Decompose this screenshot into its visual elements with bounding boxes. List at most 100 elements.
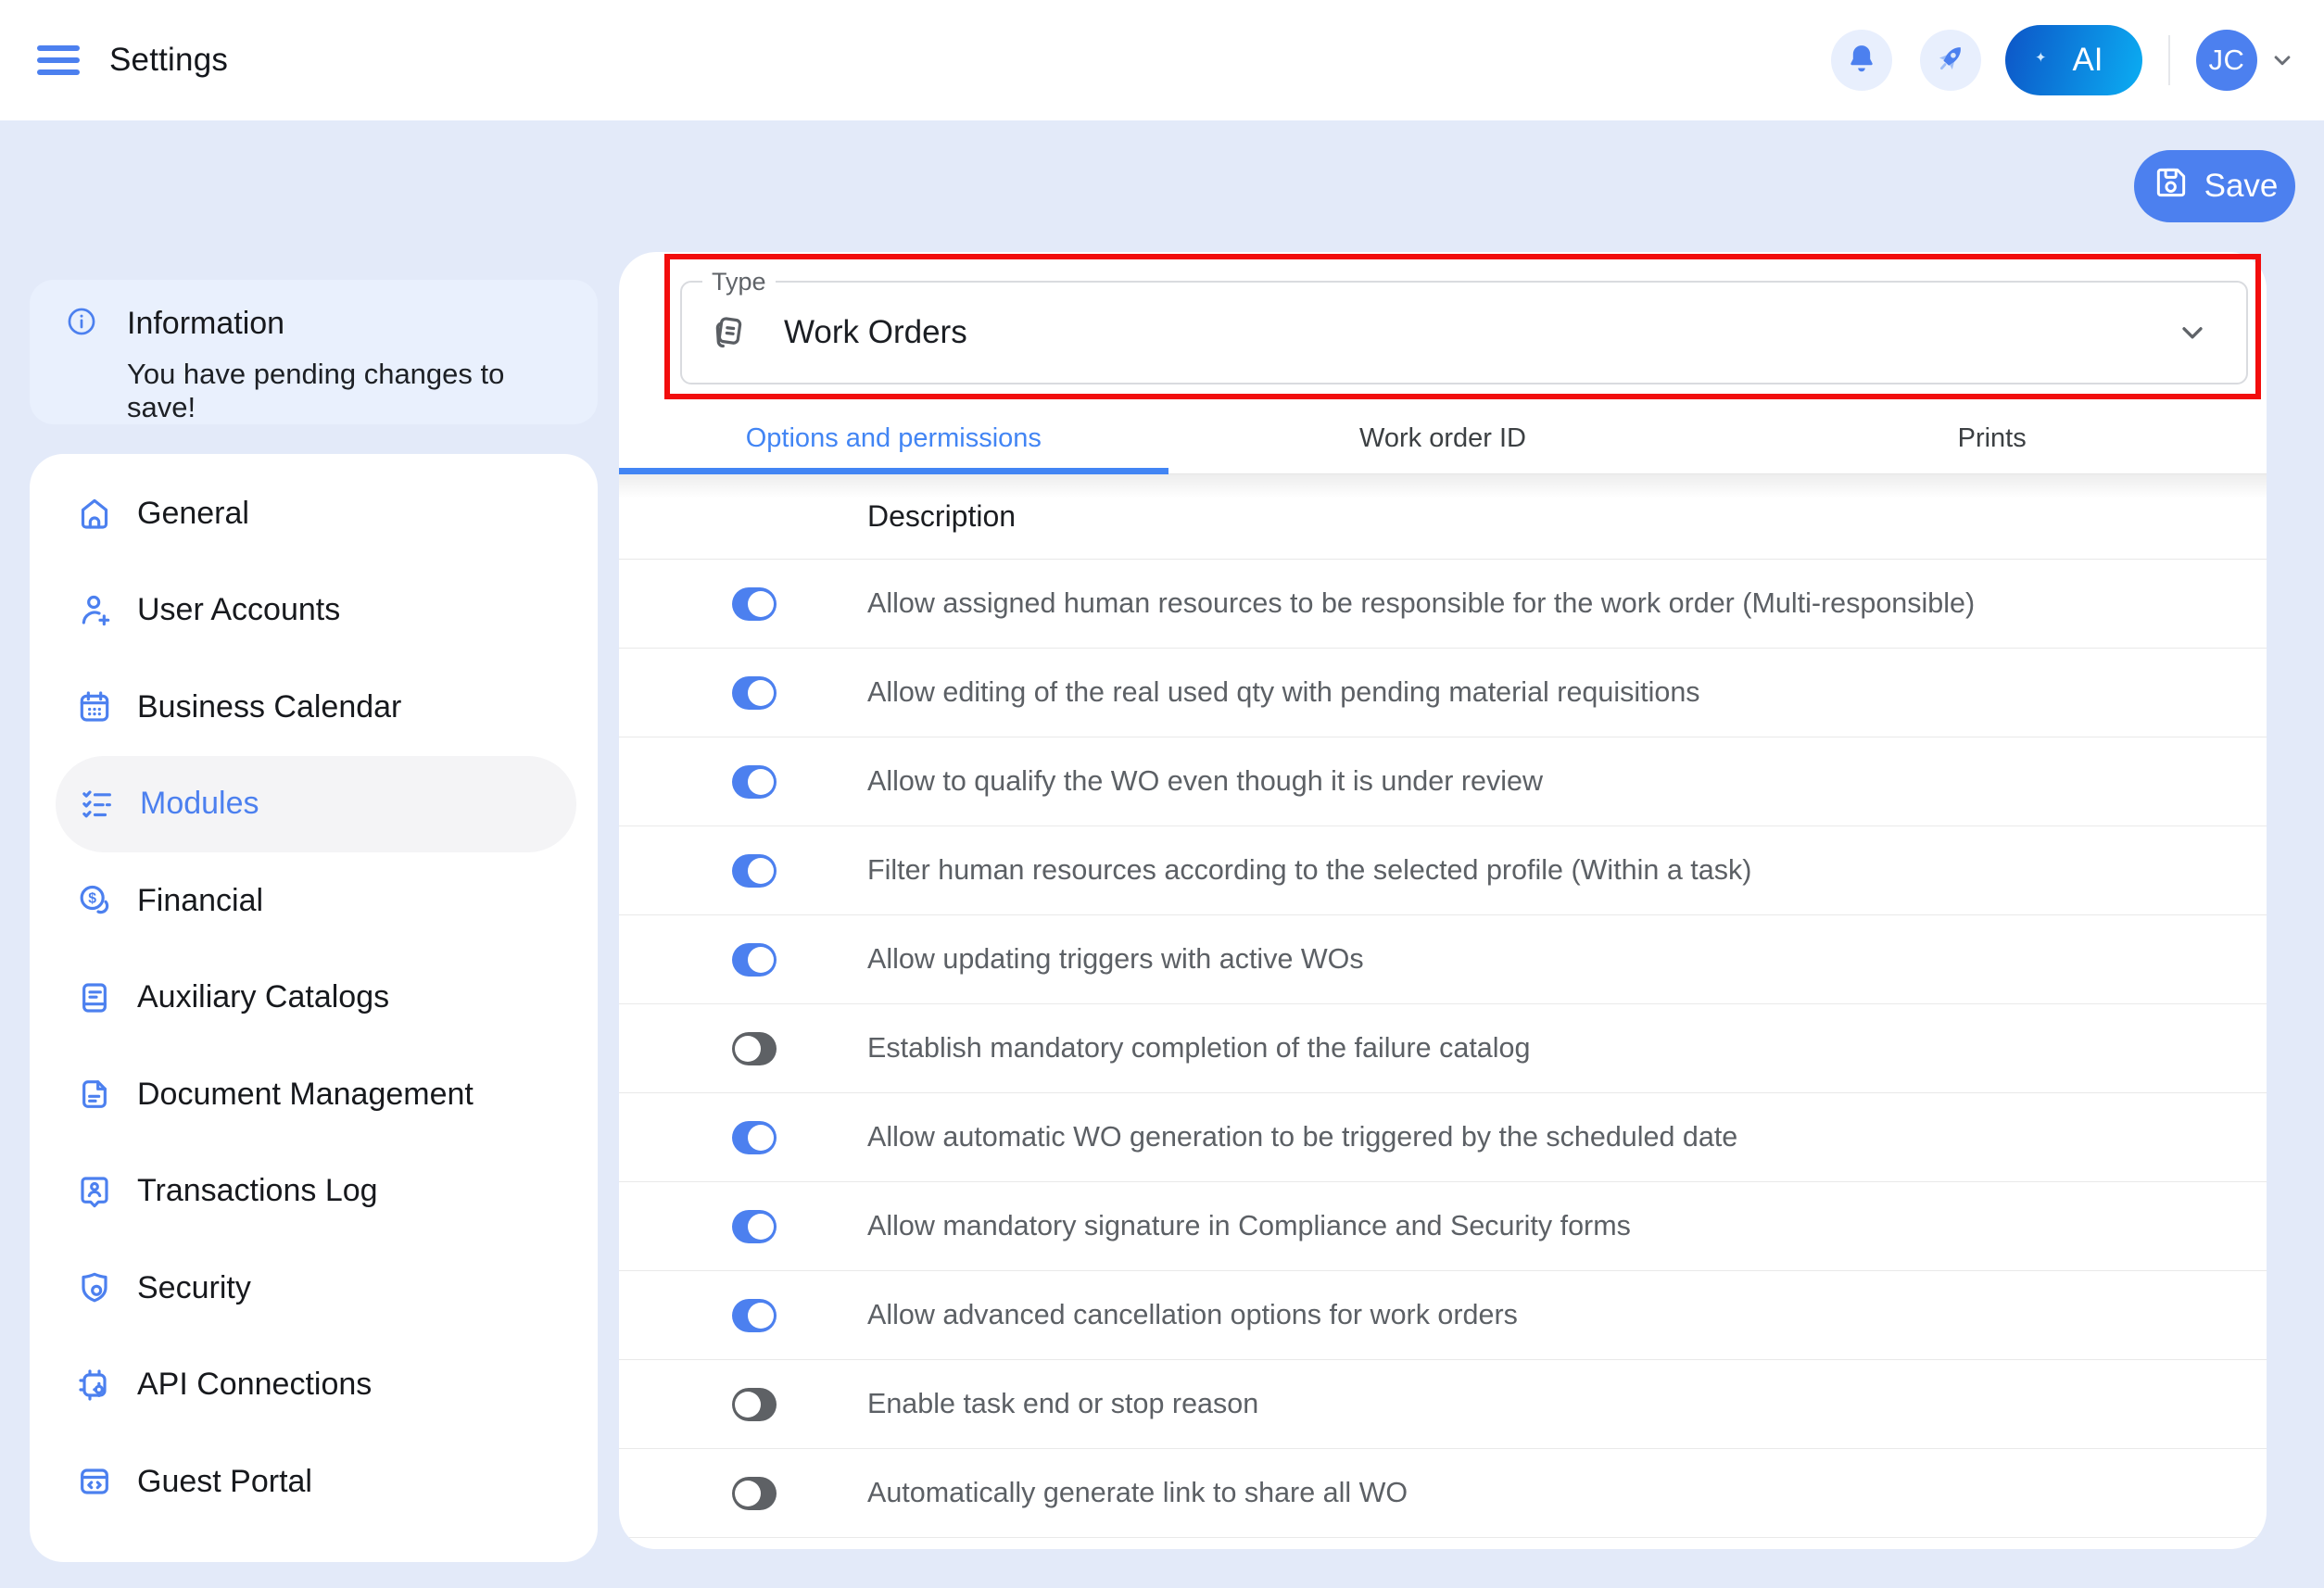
sidebar-item-general[interactable]: General [30,465,598,562]
sidebar-item-label: Financial [137,883,263,919]
sidebar-item-label: User Accounts [137,592,340,628]
sidebar-item-transactions-log[interactable]: Transactions Log [30,1143,598,1241]
book-icon [76,979,113,1016]
checklist-icon [79,786,116,823]
option-row: Allow automatic WO generation to be trig… [619,1093,2267,1182]
option-label: Allow to qualify the WO even though it i… [867,765,1543,798]
option-label: Allow editing of the real used qty with … [867,676,1700,709]
sidebar-item-business-calendar[interactable]: Business Calendar [30,659,598,756]
whats-new-button[interactable] [1920,30,1981,91]
info-icon [65,305,98,343]
options-list: Allow assigned human resources to be res… [619,560,2267,1538]
sidebar-item-label: Auxiliary Catalogs [137,979,389,1015]
calendar-icon [76,688,113,725]
ai-button-label: AI [2072,42,2103,79]
chevron-down-icon [2176,316,2209,349]
option-row: Allow assigned human resources to be res… [619,560,2267,649]
toggle-switch[interactable] [732,1477,777,1510]
save-label: Save [2204,168,2279,205]
sidebar-item-label: Modules [140,786,259,822]
sparkle-icon: ✦ [2035,49,2047,66]
option-label: Filter human resources according to the … [867,854,1751,887]
tab-prints[interactable]: Prints [1717,403,2267,473]
option-label: Automatically generate link to share all… [867,1477,1408,1509]
description-column-header: Description [619,474,2267,560]
option-row: Allow editing of the real used qty with … [619,649,2267,737]
info-message: You have pending changes to save! [127,358,579,424]
topbar-right: ✦ AI JC [1831,25,2296,95]
badge-user-icon [76,1173,113,1210]
page-title: Settings [109,42,228,79]
option-row: Establish mandatory completion of the fa… [619,1004,2267,1093]
chip-gear-icon [76,1367,113,1404]
info-title: Information [127,306,284,342]
user-add-icon [76,592,113,629]
toggle-switch[interactable] [732,1032,777,1065]
hamburger-menu-icon[interactable] [37,45,80,75]
topbar-left: Settings [37,42,228,79]
sidebar-item-label: General [137,496,249,532]
sidebar-item-guest-portal[interactable]: Guest Portal [30,1433,598,1531]
type-select-label: Type [702,268,776,296]
shield-icon [76,1269,113,1306]
rocket-icon [1932,40,1969,82]
top-bar: Settings [0,0,2324,120]
type-select-value: Work Orders [784,314,967,351]
option-label: Allow advanced cancellation options for … [867,1299,1518,1331]
save-button[interactable]: Save [2134,150,2295,222]
sidebar-item-partial[interactable] [30,1531,598,1563]
sidebar-item-api-connections[interactable]: API Connections [30,1337,598,1434]
toggle-switch[interactable] [732,1210,777,1243]
avatar[interactable]: JC [2196,30,2257,91]
topbar-divider [2168,35,2170,85]
toggle-switch[interactable] [732,1121,777,1154]
tab-options-and-permissions[interactable]: Options and permissions [619,403,1168,473]
option-label: Establish mandatory completion of the fa… [867,1032,1530,1065]
toggle-switch[interactable] [732,1388,777,1421]
sidebar-item-financial[interactable]: $ Financial [30,852,598,950]
module-settings-panel: Type Work Orders Options and permissions… [619,252,2267,1549]
document-icon [76,1076,113,1113]
sidebar-item-label: Security [137,1270,251,1306]
toggle-switch[interactable] [732,943,777,977]
sidebar-item-label: Guest Portal [137,1464,312,1500]
toggle-switch[interactable] [732,854,777,888]
option-row: Allow to qualify the WO even though it i… [619,737,2267,826]
type-select[interactable]: Type Work Orders [680,281,2248,384]
svg-text:$: $ [88,891,96,907]
sidebar-item-auxiliary-catalogs[interactable]: Auxiliary Catalogs [30,950,598,1047]
option-row: Filter human resources according to the … [619,826,2267,915]
option-label: Allow updating triggers with active WOs [867,943,1364,976]
option-row: Allow advanced cancellation options for … [619,1271,2267,1360]
avatar-chevron-icon[interactable] [2268,46,2296,74]
tab-work-order-id[interactable]: Work order ID [1168,403,1718,473]
option-label: Allow mandatory signature in Compliance … [867,1210,1631,1242]
sidebar-item-user-accounts[interactable]: User Accounts [30,562,598,660]
option-label: Allow assigned human resources to be res… [867,587,1975,620]
option-row: Automatically generate link to share all… [619,1449,2267,1538]
sidebar-item-label: Document Management [137,1077,474,1113]
sidebar-item-document-management[interactable]: Document Management [30,1046,598,1143]
option-row: Allow updating triggers with active WOs [619,915,2267,1004]
tab-bar: Options and permissions Work order ID Pr… [619,403,2267,474]
sidebar-item-modules[interactable]: Modules [56,756,576,853]
ai-assistant-button[interactable]: ✦ AI [2005,25,2142,95]
browser-code-icon [76,1463,113,1500]
sidebar-item-label: API Connections [137,1367,372,1403]
option-row: Allow mandatory signature in Compliance … [619,1182,2267,1271]
option-label: Enable task end or stop reason [867,1388,1258,1420]
toggle-switch[interactable] [732,765,777,799]
sidebar-item-label: Transactions Log [137,1173,378,1209]
toggle-switch[interactable] [732,676,777,710]
home-icon [76,495,113,532]
bell-icon [1844,41,1879,81]
notifications-button[interactable] [1831,30,1892,91]
sidebar-item-label: Business Calendar [137,689,401,725]
settings-sidebar: General User Accounts Business Calendar [30,454,598,1562]
circle-icon [76,1560,113,1562]
toggle-switch[interactable] [732,1299,777,1332]
sidebar-item-security[interactable]: Security [30,1240,598,1337]
toggle-switch[interactable] [732,587,777,621]
floppy-icon [2152,163,2191,210]
option-label: Allow automatic WO generation to be trig… [867,1121,1737,1153]
